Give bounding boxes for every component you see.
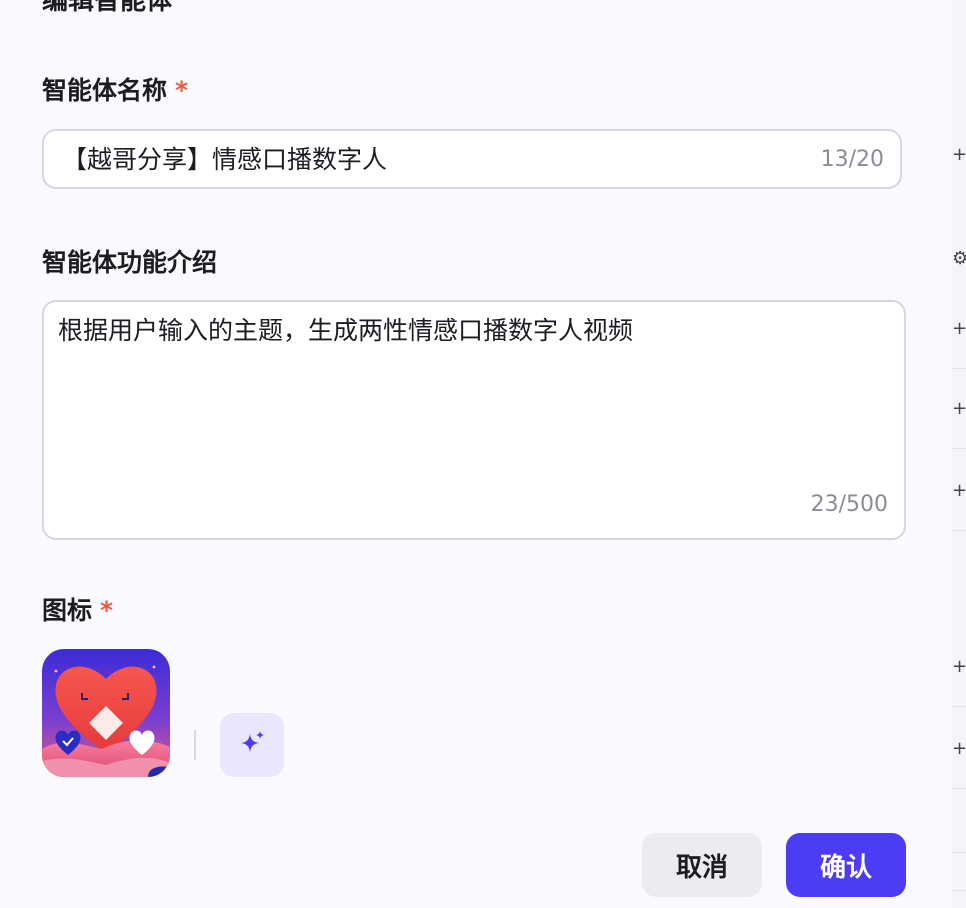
plus-icon: +: [952, 398, 966, 419]
agent-name-counter: 13/20: [820, 147, 884, 172]
icon-divider: [194, 730, 196, 760]
divider: [952, 890, 966, 891]
divider: [952, 788, 966, 789]
required-mark: *: [100, 596, 114, 625]
confirm-button[interactable]: 确认: [786, 833, 906, 897]
agent-description-textarea[interactable]: 根据用户输入的主题，生成两性情感口播数字人视频 23/500: [42, 300, 906, 540]
agent-name-label-text: 智能体名称: [42, 76, 168, 105]
plus-icon: +: [952, 738, 966, 759]
icon-label: 图标 *: [42, 595, 113, 627]
agent-description-value[interactable]: 根据用户输入的主题，生成两性情感口播数字人视频: [58, 316, 633, 346]
icon-label-text: 图标: [42, 596, 93, 625]
modal-title: 编辑智能体: [42, 0, 173, 16]
divider: [952, 852, 966, 853]
divider: [952, 530, 966, 531]
ai-generate-icon-button[interactable]: [220, 713, 284, 777]
plus-icon: +: [952, 318, 966, 339]
agent-description-label: 智能体功能介绍: [42, 248, 218, 277]
agent-name-input[interactable]: 【越哥分享】情感口播数字人 13/20: [42, 129, 902, 189]
plus-icon: +: [952, 144, 966, 165]
divider: [952, 368, 966, 369]
agent-description-counter: 23/500: [810, 492, 888, 517]
edit-agent-modal: 编辑智能体 智能体名称 * 【越哥分享】情感口播数字人 13/20 智能体功能介绍…: [0, 0, 952, 908]
agent-name-label: 智能体名称 *: [42, 75, 188, 107]
background-app-panel: + ⚙ + + + + +: [952, 0, 966, 908]
plus-icon: +: [952, 656, 966, 677]
divider: [952, 706, 966, 707]
heart-avatar-icon[interactable]: [42, 649, 170, 777]
required-mark: *: [175, 76, 189, 105]
plus-icon: +: [952, 480, 966, 501]
agent-name-value[interactable]: 【越哥分享】情感口播数字人: [62, 145, 387, 175]
page: + ⚙ + + + + + 编辑智能体 智能体名称 * 【越哥分享】情感口播数字人…: [0, 0, 966, 908]
sparkle-icon: [237, 728, 267, 762]
cancel-button[interactable]: 取消: [642, 833, 762, 897]
divider: [952, 448, 966, 449]
settings-icon: ⚙: [952, 248, 966, 269]
